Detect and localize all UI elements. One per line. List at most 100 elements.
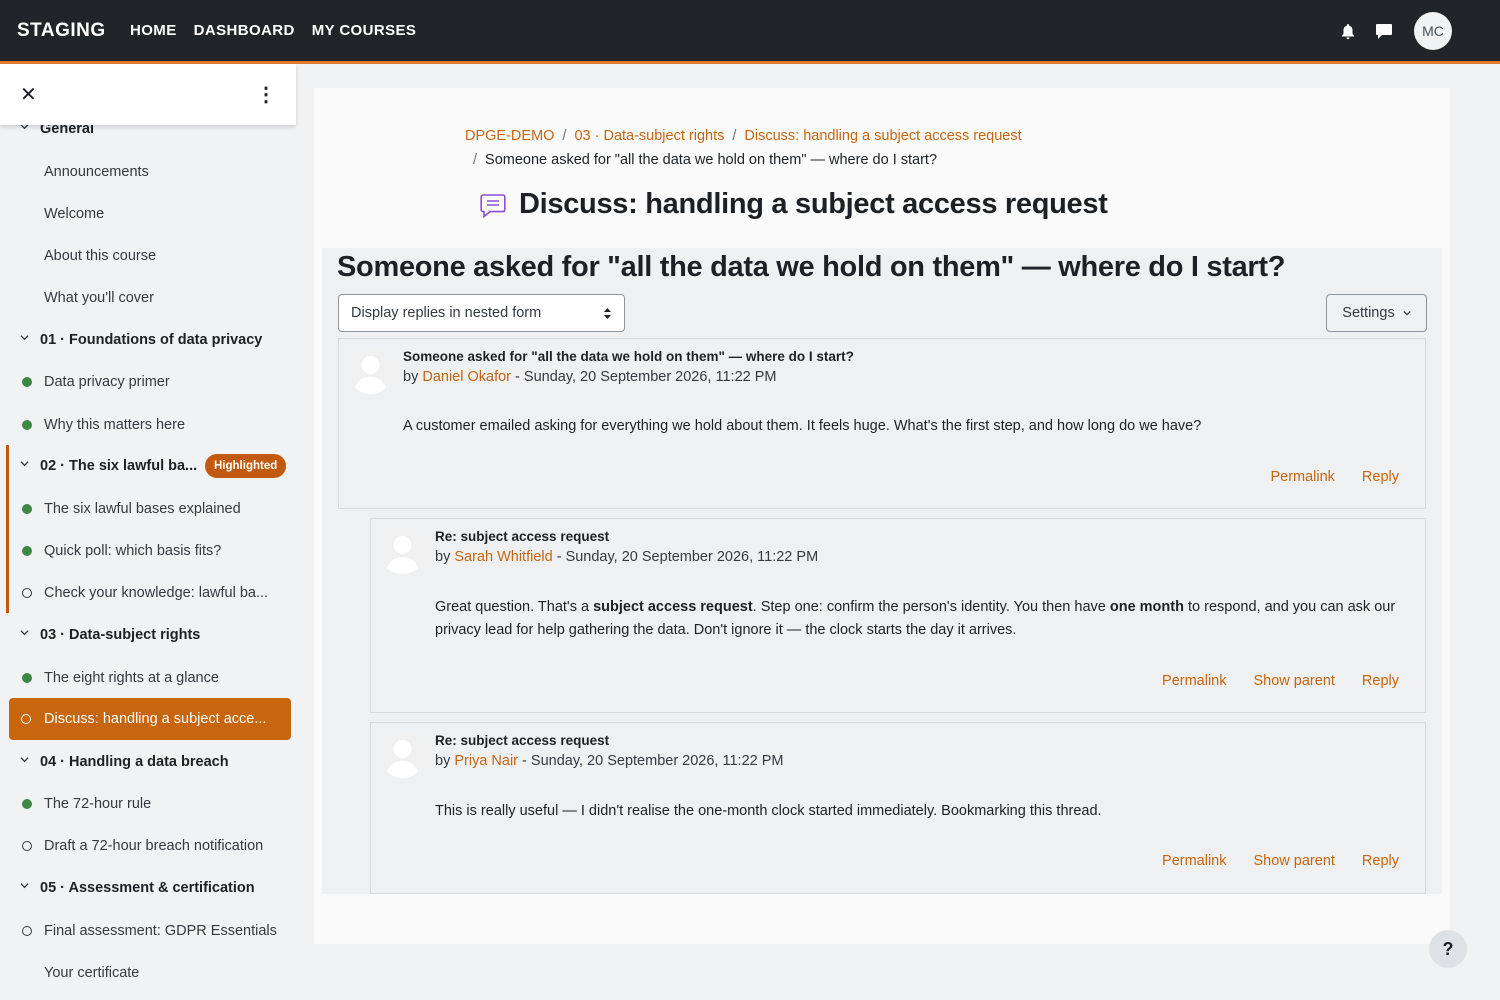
activity-title: What you'll cover <box>44 290 154 306</box>
post-subject: Someone asked for "all the data we hold … <box>403 349 854 364</box>
post-body: Great question. That's a subject access … <box>435 596 1419 642</box>
activity-discuss-sar-active[interactable]: Discuss: handling a subject acce... <box>9 698 291 740</box>
chevron-down-icon[interactable] <box>20 755 29 764</box>
activity-title: The 72-hour rule <box>44 796 152 812</box>
completed-dot-icon <box>22 799 32 809</box>
activity-why-this-matters[interactable]: Why this matters here <box>0 404 300 446</box>
post-byline: by Priya Nair - Sunday, 20 September 202… <box>435 753 783 769</box>
show-parent-link[interactable]: Show parent <box>1254 853 1335 869</box>
site-brand[interactable]: STAGING <box>17 20 130 42</box>
show-parent-link[interactable]: Show parent <box>1254 673 1335 689</box>
author-avatar[interactable] <box>379 527 426 574</box>
section-04[interactable]: 04 · Handling a data breach <box>0 741 300 783</box>
permalink-link[interactable]: Permalink <box>1162 673 1226 689</box>
activity-title: Draft a 72-hour breach notification <box>44 838 264 854</box>
activity-title: Quick poll: which basis fits? <box>44 543 222 559</box>
breadcrumb-forum-link[interactable]: Discuss: handling a subject access reque… <box>744 128 1021 144</box>
activity-final-assessment[interactable]: Final assessment: GDPR Essentials <box>0 910 300 952</box>
activity-title: The eight rights at a glance <box>44 670 219 686</box>
completed-dot-icon <box>22 420 32 430</box>
post-author-link[interactable]: Daniel Okafor <box>422 369 511 385</box>
activity-eight-rights[interactable]: The eight rights at a glance <box>0 657 300 699</box>
post-date: - Sunday, 20 September 2026, 11:22 PM <box>518 753 784 769</box>
post-byline: by Sarah Whitfield - Sunday, 20 Septembe… <box>435 549 818 565</box>
section-title: 03 · Data-subject rights <box>40 627 201 643</box>
activity-draft-breach-notification[interactable]: Draft a 72-hour breach notification <box>0 825 300 867</box>
activity-six-lawful-bases[interactable]: The six lawful bases explained <box>0 488 300 530</box>
body-emphasis: subject access request <box>593 599 753 615</box>
post-body: This is really useful — I didn't realise… <box>435 803 1102 819</box>
help-button[interactable]: ? <box>1429 930 1467 968</box>
section-05[interactable]: 05 · Assessment & certification <box>0 867 300 909</box>
bell-icon[interactable] <box>1338 21 1358 41</box>
permalink-link[interactable]: Permalink <box>1162 853 1226 869</box>
navbar-user-area: MC <box>1338 12 1452 50</box>
course-index-drawer: ✕ ⋮ General Announcements Welcome About … <box>0 64 300 1000</box>
forum-post-reply: Re: subject access request by Sarah Whit… <box>370 518 1426 713</box>
activity-welcome[interactable]: Welcome <box>0 193 300 235</box>
section-03[interactable]: 03 · Data-subject rights <box>0 614 300 656</box>
completed-dot-icon <box>22 377 32 387</box>
activity-your-certificate[interactable]: Your certificate <box>0 952 300 994</box>
reply-link[interactable]: Reply <box>1362 469 1399 485</box>
author-avatar[interactable] <box>347 347 394 394</box>
incomplete-circle-icon <box>22 926 32 936</box>
settings-button[interactable]: Settings <box>1326 294 1427 332</box>
post-subject: Re: subject access request <box>435 733 610 748</box>
byline-prefix: by <box>403 369 419 385</box>
activity-what-youll-cover[interactable]: What you'll cover <box>0 277 300 319</box>
breadcrumb-section-link[interactable]: 03 · Data-subject rights <box>574 128 724 144</box>
post-subject: Re: subject access request <box>435 529 610 544</box>
forum-post-reply: Re: subject access request by Priya Nair… <box>370 722 1426 894</box>
nav-dashboard-link[interactable]: DASHBOARD <box>194 22 295 39</box>
close-drawer-icon[interactable]: ✕ <box>20 82 37 107</box>
breadcrumb-current: Someone asked for "all the data we hold … <box>485 152 938 168</box>
chevron-down-icon[interactable] <box>20 459 29 468</box>
settings-label: Settings <box>1342 305 1395 321</box>
section-01[interactable]: 01 · Foundations of data privacy <box>0 319 300 361</box>
display-mode-select[interactable]: Display replies in nested form <box>338 294 625 332</box>
discussion-panel: Someone asked for "all the data we hold … <box>322 248 1442 894</box>
completed-dot-icon <box>22 546 32 556</box>
author-avatar[interactable] <box>379 731 426 778</box>
section-title: 01 · Foundations of data privacy <box>40 332 263 348</box>
chevron-down-icon[interactable] <box>20 881 29 890</box>
activity-check-knowledge[interactable]: Check your knowledge: lawful ba... <box>0 572 300 614</box>
forum-post: Someone asked for "all the data we hold … <box>338 338 1426 509</box>
activity-72-hour-rule[interactable]: The 72-hour rule <box>0 783 300 825</box>
activity-title: Welcome <box>44 206 105 222</box>
chevron-down-icon[interactable] <box>20 628 29 637</box>
main-content: DPGE-DEMO / 03 · Data-subject rights / Discu… <box>314 88 1450 944</box>
kebab-menu-icon[interactable]: ⋮ <box>256 82 276 107</box>
breadcrumb-course-link[interactable]: DPGE-DEMO <box>465 128 554 144</box>
activity-about-course[interactable]: About this course <box>0 235 300 277</box>
discussion-title: Someone asked for "all the data we hold … <box>337 251 1286 283</box>
activity-quick-poll[interactable]: Quick poll: which basis fits? <box>0 530 300 572</box>
post-actions: Permalink Show parent Reply <box>1135 853 1399 869</box>
drawer-header: ✕ ⋮ <box>0 64 296 125</box>
reply-link[interactable]: Reply <box>1362 673 1399 689</box>
nav-my-courses-link[interactable]: MY COURSES <box>312 22 417 39</box>
post-author-link[interactable]: Sarah Whitfield <box>454 549 552 565</box>
user-avatar[interactable]: MC <box>1414 12 1452 50</box>
completed-dot-icon <box>22 504 32 514</box>
reply-link[interactable]: Reply <box>1362 853 1399 869</box>
permalink-link[interactable]: Permalink <box>1270 469 1334 485</box>
nav-home-link[interactable]: HOME <box>130 22 177 39</box>
incomplete-circle-icon <box>22 588 32 598</box>
breadcrumb-separator: / <box>473 152 478 168</box>
activity-title: Announcements <box>44 164 149 180</box>
activity-data-privacy-primer[interactable]: Data privacy primer <box>0 361 300 403</box>
activity-announcements[interactable]: Announcements <box>0 151 300 193</box>
messages-icon[interactable] <box>1374 21 1394 41</box>
breadcrumb-separator: / <box>562 128 567 144</box>
post-date: - Sunday, 20 September 2026, 11:22 PM <box>552 549 819 565</box>
breadcrumb-separator: / <box>732 128 737 144</box>
section-title: 02 · The six lawful ba... <box>40 458 198 474</box>
page-title: Discuss: handling a subject access reque… <box>519 188 1108 220</box>
post-author-link[interactable]: Priya Nair <box>454 753 518 769</box>
body-text: Great question. That's a <box>435 599 594 615</box>
chevron-down-icon[interactable] <box>20 333 29 342</box>
activity-title: Why this matters here <box>44 417 186 433</box>
body-text: . Step one: confirm the person's identit… <box>752 599 1110 615</box>
